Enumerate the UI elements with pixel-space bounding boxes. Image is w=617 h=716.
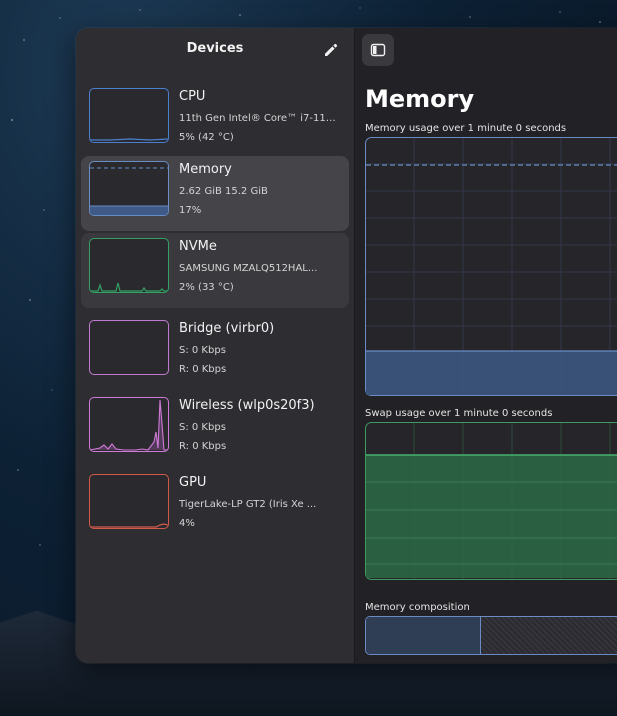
device-name: CPU [179,89,206,104]
device-detail: SAMSUNG MZALQ512HAL... [179,263,318,274]
device-item-gpu[interactable]: GPU TigerLake-LP GT2 (Iris Xe ... 4% [81,469,349,544]
device-item-memory[interactable]: Memory 2.62 GiB 15.2 GiB 17% [81,156,349,231]
device-receive: R: 0 Kbps [179,364,227,375]
memory-usage-graph [365,137,617,396]
composition-used-segment [366,617,481,654]
sidebar: Devices CPU 11th Gen Intel® Core™ i7-116… [76,28,355,663]
device-detail: 2.62 GiB 15.2 GiB [179,186,268,197]
device-detail: TigerLake-LP GT2 (Iris Xe ... [179,499,317,510]
device-receive: R: 0 Kbps [179,441,227,452]
cpu-thumbnail-graph [89,88,169,143]
sidebar-toggle-button[interactable] [362,34,394,66]
bridge-thumbnail-graph [89,320,169,375]
device-item-cpu[interactable]: CPU 11th Gen Intel® Core™ i7-116... 5% (… [81,83,349,158]
device-usage: 4% [179,518,195,529]
memory-graph-label: Memory usage over 1 minute 0 seconds [365,123,567,134]
main-panel: Memory Memory usage over 1 minute 0 seco… [355,28,617,663]
device-usage: 2% (33 °C) [179,282,234,293]
device-name: NVMe [179,239,217,254]
device-name: Bridge (virbr0) [179,321,275,336]
sidebar-title: Devices [186,41,244,56]
memory-thumbnail-graph [89,161,169,216]
pencil-icon [325,43,338,56]
nvme-thumbnail-graph [89,238,169,293]
device-name: Memory [179,162,232,177]
device-send: S: 0 Kbps [179,345,226,356]
device-usage: 5% (42 °C) [179,132,234,143]
sidebar-header: Devices [76,28,354,72]
sidebar-toggle-icon [370,43,386,57]
composition-cached-segment [481,617,617,654]
gpu-thumbnail-graph [89,474,169,529]
swap-graph-label: Swap usage over 1 minute 0 seconds [365,408,553,419]
device-item-bridge[interactable]: Bridge (virbr0) S: 0 Kbps R: 0 Kbps [81,315,349,390]
page-title: Memory [365,85,475,113]
device-item-nvme[interactable]: NVMe SAMSUNG MZALQ512HAL... 2% (33 °C) [81,233,349,308]
device-name: GPU [179,475,207,490]
wireless-thumbnail-graph [89,397,169,452]
device-usage: 17% [179,205,202,216]
device-name: Wireless (wlp0s20f3) [179,398,315,413]
device-item-wireless[interactable]: Wireless (wlp0s20f3) S: 0 Kbps R: 0 Kbps [81,392,349,467]
device-detail: 11th Gen Intel® Core™ i7-116... [179,113,339,124]
memory-composition-bar [365,616,617,655]
edit-button[interactable] [320,39,342,61]
swap-usage-graph [365,422,617,580]
device-send: S: 0 Kbps [179,422,226,433]
composition-label: Memory composition [365,602,470,613]
app-window: Devices CPU 11th Gen Intel® Core™ i7-116… [76,28,617,663]
